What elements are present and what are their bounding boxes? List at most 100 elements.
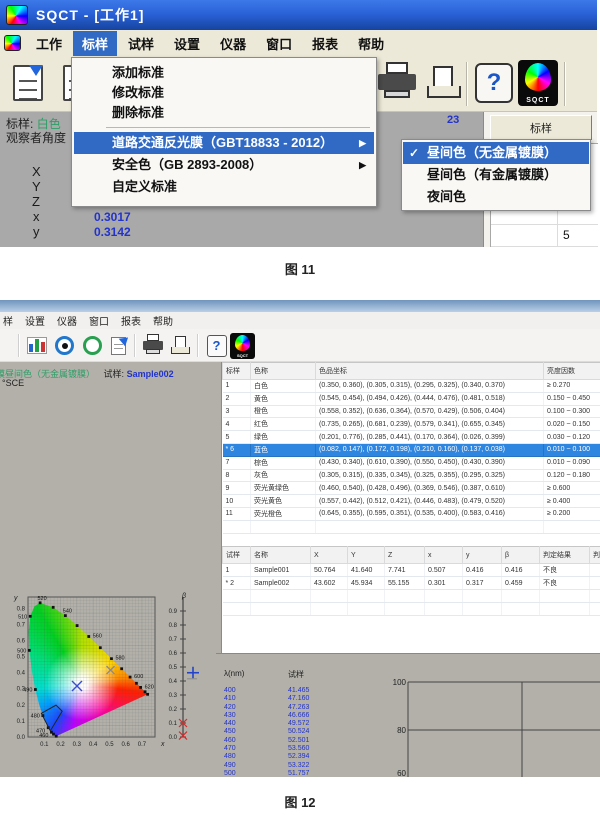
table-row[interactable]: * 6蓝色(0.082, 0.147), (0.172, 0.198), (0.…: [223, 443, 600, 456]
table-cell[interactable]: [590, 577, 600, 590]
table-cell[interactable]: 5: [223, 431, 251, 444]
table-cell[interactable]: 0.120 ~ 0.180: [544, 469, 600, 482]
table-cell[interactable]: (0.735, 0.265), (0.681, 0.239), (0.579, …: [316, 418, 544, 431]
table-cell[interactable]: 黄色: [251, 392, 316, 405]
menu-sample[interactable]: 样: [0, 313, 19, 328]
table-cell[interactable]: 9: [223, 482, 251, 495]
column-header[interactable]: 亮度因数: [544, 363, 600, 380]
print-button[interactable]: [139, 332, 166, 359]
help-button[interactable]: ?: [472, 59, 516, 107]
table-cell[interactable]: 蓝色: [251, 443, 316, 456]
table-cell[interactable]: 0.416: [463, 564, 502, 577]
table-cell[interactable]: 0.459: [502, 577, 540, 590]
table-cell[interactable]: (0.082, 0.147), (0.172, 0.198), (0.210, …: [316, 443, 544, 456]
table-cell[interactable]: 0.507: [425, 564, 463, 577]
table-cell[interactable]: 0.416: [502, 564, 540, 577]
table-cell[interactable]: 0.010 ~ 0.100: [544, 443, 600, 456]
column-header[interactable]: β: [502, 547, 540, 564]
table-cell[interactable]: 0.010 ~ 0.090: [544, 456, 600, 469]
menu-item-road-traffic-film[interactable]: 道路交通反光膜（GBT18833 - 2012）: [74, 132, 374, 154]
column-header[interactable]: Y: [348, 547, 385, 564]
column-header[interactable]: 试样: [223, 547, 251, 564]
menu-sample[interactable]: 试样: [119, 31, 163, 56]
table-row[interactable]: 5绿色(0.201, 0.776), (0.285, 0.441), (0.17…: [223, 431, 600, 444]
column-header[interactable]: 名称: [251, 547, 311, 564]
table-cell[interactable]: 55.155: [385, 577, 425, 590]
column-header[interactable]: Z: [385, 547, 425, 564]
table-cell[interactable]: (0.558, 0.352), (0.636, 0.364), (0.570, …: [316, 405, 544, 418]
table-cell[interactable]: 绿色: [251, 431, 316, 444]
column-header[interactable]: 判定结果: [540, 547, 590, 564]
column-header[interactable]: 色品坐标: [316, 363, 544, 380]
table-cell[interactable]: * 6: [223, 443, 251, 456]
submenu-item-night-color[interactable]: 夜间色: [403, 186, 589, 208]
table-cell[interactable]: 2: [223, 392, 251, 405]
menu-help[interactable]: 帮助: [147, 313, 179, 328]
menu-item-modify-standard[interactable]: 修改标准: [74, 83, 374, 103]
document-logo-icon[interactable]: [4, 35, 21, 51]
standard-column-header[interactable]: 标样: [490, 115, 592, 140]
menu-settings[interactable]: 设置: [19, 313, 51, 328]
table-cell[interactable]: (0.201, 0.776), (0.285, 0.441), (0.170, …: [316, 431, 544, 444]
table-cell[interactable]: 43.602: [311, 577, 348, 590]
measure-sci-button[interactable]: [51, 332, 78, 359]
table-row[interactable]: 2黄色(0.545, 0.454), (0.494, 0.426), (0.44…: [223, 392, 600, 405]
table-cell[interactable]: 7: [223, 456, 251, 469]
table-cell[interactable]: 45.934: [348, 577, 385, 590]
menu-report[interactable]: 报表: [303, 31, 347, 56]
table-cell[interactable]: 1: [223, 564, 251, 577]
table-cell[interactable]: (0.645, 0.355), (0.595, 0.351), (0.535, …: [316, 507, 544, 520]
menu-instrument[interactable]: 仪器: [51, 313, 83, 328]
about-sqct-button[interactable]: SQCT: [516, 59, 560, 107]
table-cell[interactable]: 红色: [251, 418, 316, 431]
table-cell[interactable]: (0.350, 0.360), (0.305, 0.315), (0.295, …: [316, 380, 544, 393]
print-button[interactable]: [373, 59, 421, 107]
table-row[interactable]: 9荧光黄绿色(0.460, 0.540), (0.428, 0.496), (0…: [223, 482, 600, 495]
menu-report[interactable]: 报表: [115, 313, 147, 328]
table-row[interactable]: 11荧光橙色(0.645, 0.355), (0.595, 0.351), (0…: [223, 507, 600, 520]
table-cell[interactable]: 10: [223, 495, 251, 508]
menu-item-custom-standard[interactable]: 自定义标准: [74, 176, 374, 198]
table-cell[interactable]: 0.317: [463, 577, 502, 590]
menu-standard[interactable]: 标样: [73, 31, 117, 56]
table-cell[interactable]: 41.640: [348, 564, 385, 577]
table-cell[interactable]: 不良: [540, 564, 590, 577]
table-cell[interactable]: 8: [223, 469, 251, 482]
table-cell[interactable]: * 2: [223, 577, 251, 590]
table-row[interactable]: 1白色(0.350, 0.360), (0.305, 0.315), (0.29…: [223, 380, 600, 393]
standards-table[interactable]: 标样色称色品坐标亮度因数1白色(0.350, 0.360), (0.305, 0…: [222, 362, 600, 534]
menu-window[interactable]: 窗口: [257, 31, 301, 56]
table-row[interactable]: 7棕色(0.430, 0.340), (0.610, 0.390), (0.55…: [223, 456, 600, 469]
table-row[interactable]: 10荧光黄色(0.557, 0.442), (0.512, 0.421), (0…: [223, 495, 600, 508]
chart-view-button[interactable]: [23, 332, 50, 359]
table-cell[interactable]: (0.545, 0.454), (0.494, 0.426), (0.444, …: [316, 392, 544, 405]
about-sqct-button[interactable]: SQCT: [229, 332, 256, 359]
column-header[interactable]: 标样: [223, 363, 251, 380]
table-row[interactable]: * 2Sample00243.60245.93455.1550.3010.317…: [223, 577, 600, 590]
table-cell[interactable]: [590, 564, 600, 577]
column-header[interactable]: y: [463, 547, 502, 564]
export-button[interactable]: [105, 332, 132, 359]
table-cell[interactable]: Sample001: [251, 564, 311, 577]
menu-window[interactable]: 窗口: [83, 313, 115, 328]
table-cell[interactable]: 棕色: [251, 456, 316, 469]
table-cell[interactable]: ≥ 0.600: [544, 482, 600, 495]
column-header[interactable]: X: [311, 547, 348, 564]
table-cell[interactable]: (0.557, 0.442), (0.512, 0.421), (0.446, …: [316, 495, 544, 508]
table-cell[interactable]: (0.305, 0.315), (0.335, 0.345), (0.325, …: [316, 469, 544, 482]
table-cell[interactable]: 7.741: [385, 564, 425, 577]
menu-item-delete-standard[interactable]: 删除标准: [74, 103, 374, 123]
table-row[interactable]: 1Sample00150.76441.6407.7410.5070.4160.4…: [223, 564, 600, 577]
table-row[interactable]: 4红色(0.735, 0.265), (0.681, 0.239), (0.57…: [223, 418, 600, 431]
table-cell[interactable]: 1: [223, 380, 251, 393]
table-cell[interactable]: 0.020 ~ 0.150: [544, 418, 600, 431]
table-cell[interactable]: ≥ 0.200: [544, 507, 600, 520]
table-cell[interactable]: ≥ 0.400: [544, 495, 600, 508]
menu-settings[interactable]: 设置: [165, 31, 209, 56]
measure-sce-button[interactable]: [79, 332, 106, 359]
column-header[interactable]: 色称: [251, 363, 316, 380]
table-cell[interactable]: 荧光橙色: [251, 507, 316, 520]
menu-work[interactable]: 工作: [27, 31, 71, 56]
table-cell[interactable]: 0.030 ~ 0.120: [544, 431, 600, 444]
samples-table[interactable]: 试样名称XYZxyβ判定结果判1Sample00150.76441.6407.7…: [222, 546, 600, 616]
